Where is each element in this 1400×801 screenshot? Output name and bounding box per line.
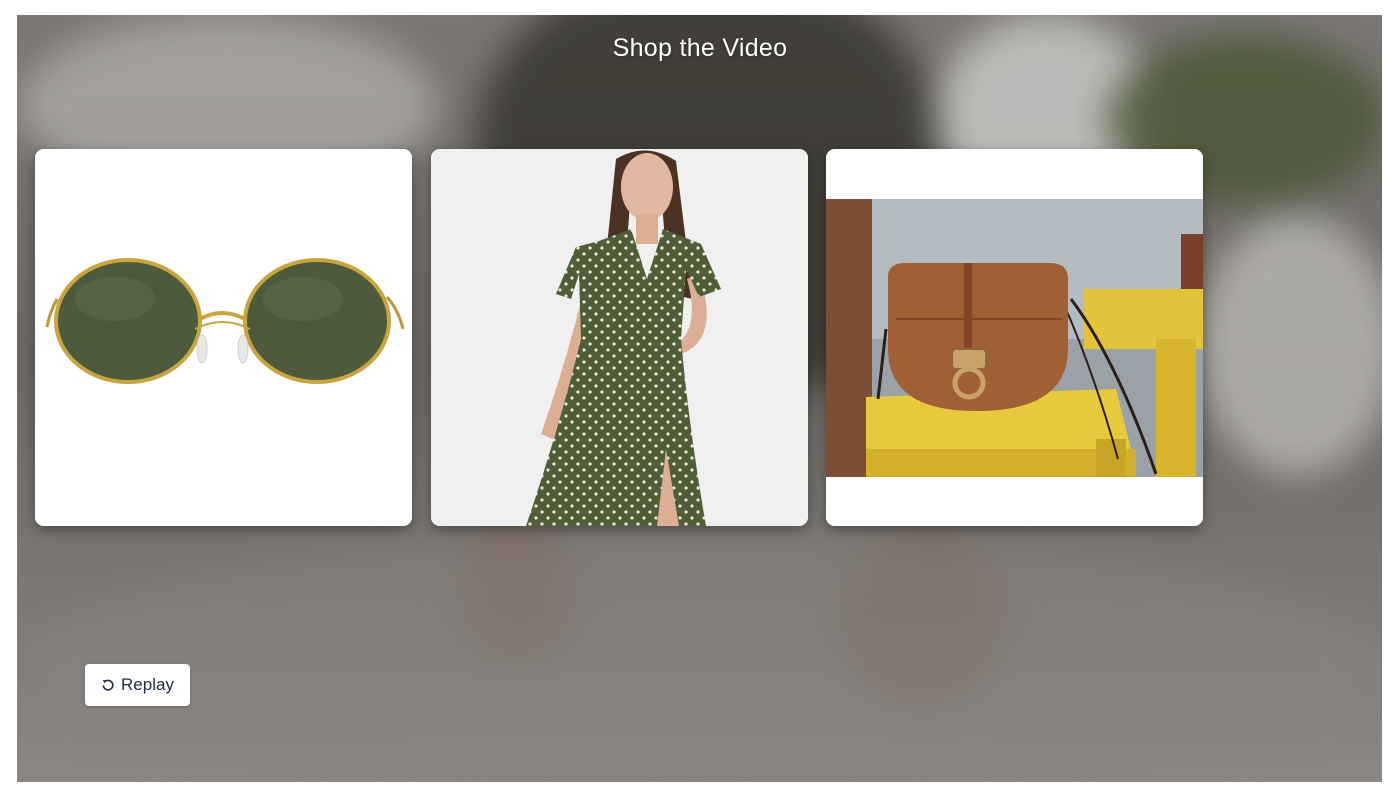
polka-dot-dress-image (431, 149, 808, 526)
product-card-bag[interactable] (826, 149, 1203, 526)
replay-button[interactable]: Replay (85, 664, 190, 706)
product-card-sunglasses[interactable] (35, 149, 412, 526)
shop-the-video-title: Shop the Video (612, 34, 788, 62)
product-card-dress[interactable] (431, 149, 808, 526)
round-sunglasses-image (35, 149, 412, 526)
replay-icon (102, 679, 114, 691)
replay-label: Replay (121, 675, 174, 694)
brown-saddle-bag-image (826, 149, 1203, 526)
